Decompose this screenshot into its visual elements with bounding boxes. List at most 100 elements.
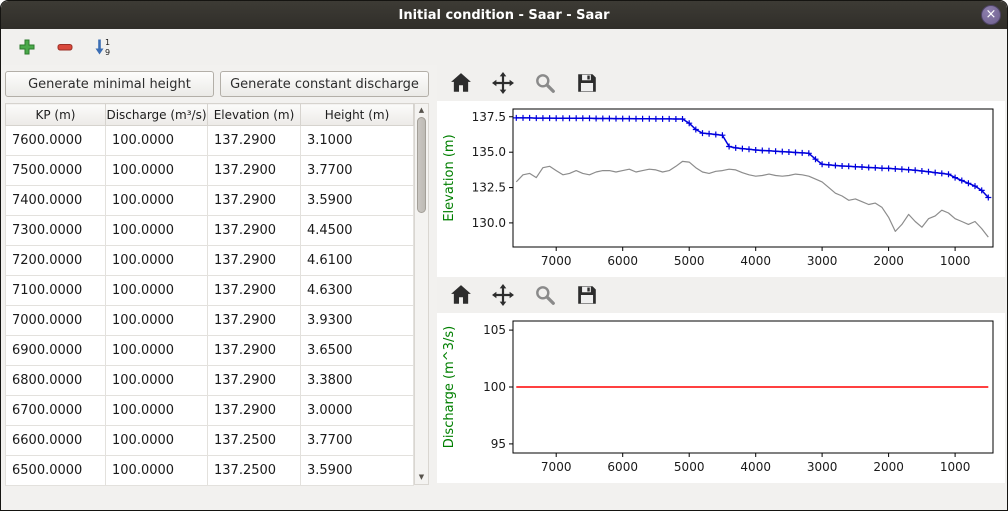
elevation-chart[interactable]: 7000600050004000300020001000130.0132.513…: [437, 101, 1005, 277]
table-cell[interactable]: 137.2900: [208, 216, 301, 246]
table-row[interactable]: 7200.0000100.0000137.29004.6100: [6, 246, 414, 276]
discharge-home-button[interactable]: [449, 283, 473, 307]
svg-text:1: 1: [105, 38, 110, 47]
table-cell[interactable]: 100.0000: [106, 426, 208, 456]
table-cell[interactable]: 100.0000: [106, 156, 208, 186]
table-cell[interactable]: 100.0000: [106, 216, 208, 246]
scrollbar-thumb[interactable]: [417, 117, 426, 213]
table-cell[interactable]: 100.0000: [106, 306, 208, 336]
table-cell[interactable]: 100.0000: [106, 366, 208, 396]
add-row-button[interactable]: [15, 35, 39, 59]
table-cell[interactable]: 3.5900: [301, 456, 414, 486]
elevation-home-button[interactable]: [449, 71, 473, 95]
app-window: Initial condition - Saar - Saar × 1 9: [0, 0, 1008, 511]
scroll-down-arrow[interactable]: ▼: [415, 471, 428, 484]
table-cell[interactable]: 137.2900: [208, 156, 301, 186]
table-cell[interactable]: 6800.0000: [6, 366, 106, 396]
scrollbar-track[interactable]: [415, 117, 428, 471]
table-cell[interactable]: 100.0000: [106, 336, 208, 366]
table-cell[interactable]: 7600.0000: [6, 126, 106, 156]
table-cell[interactable]: 7400.0000: [6, 186, 106, 216]
svg-text:Discharge (m^3/s): Discharge (m^3/s): [442, 326, 457, 448]
generate-constant-discharge-button[interactable]: Generate constant discharge: [220, 71, 429, 97]
table-cell[interactable]: 3.0000: [301, 396, 414, 426]
table-row[interactable]: 6700.0000100.0000137.29003.0000: [6, 396, 414, 426]
table-cell[interactable]: 100.0000: [106, 186, 208, 216]
floppy-icon: [576, 72, 598, 94]
table-cell[interactable]: 3.7700: [301, 426, 414, 456]
table-cell[interactable]: 137.2500: [208, 456, 301, 486]
sort-button[interactable]: 1 9: [91, 35, 115, 59]
table-cell[interactable]: 7200.0000: [6, 246, 106, 276]
svg-text:6000: 6000: [607, 254, 638, 268]
table-cell[interactable]: 7500.0000: [6, 156, 106, 186]
close-button[interactable]: ×: [981, 5, 1001, 25]
table-row[interactable]: 6900.0000100.0000137.29003.6500: [6, 336, 414, 366]
table-cell[interactable]: 3.6500: [301, 336, 414, 366]
elevation-pan-button[interactable]: [491, 71, 515, 95]
table-cell[interactable]: 3.7700: [301, 156, 414, 186]
elevation-save-button[interactable]: [575, 71, 599, 95]
svg-text:105: 105: [483, 323, 506, 337]
elevation-zoom-button[interactable]: [533, 71, 557, 95]
table-header-row: KP (m)Discharge (m³/s)Elevation (m)Heigh…: [6, 104, 414, 126]
table-cell[interactable]: 100.0000: [106, 276, 208, 306]
table-wrap: KP (m)Discharge (m³/s)Elevation (m)Heigh…: [5, 103, 429, 486]
table-cell[interactable]: 7300.0000: [6, 216, 106, 246]
table-cell[interactable]: 6700.0000: [6, 396, 106, 426]
svg-text:130.0: 130.0: [472, 216, 506, 230]
table-cell[interactable]: 4.4500: [301, 216, 414, 246]
table-cell[interactable]: 6500.0000: [6, 456, 106, 486]
table-row[interactable]: 7000.0000100.0000137.29003.9300: [6, 306, 414, 336]
column-header[interactable]: KP (m): [6, 104, 106, 126]
table-cell[interactable]: 100.0000: [106, 456, 208, 486]
discharge-zoom-button[interactable]: [533, 283, 557, 307]
table-cell[interactable]: 7000.0000: [6, 306, 106, 336]
svg-text:132.5: 132.5: [472, 181, 506, 195]
svg-text:4000: 4000: [740, 254, 771, 268]
table-cell[interactable]: 6600.0000: [6, 426, 106, 456]
table-row[interactable]: 6600.0000100.0000137.25003.7700: [6, 426, 414, 456]
table-row[interactable]: 7100.0000100.0000137.29004.6300: [6, 276, 414, 306]
discharge-save-button[interactable]: [575, 283, 599, 307]
table-cell[interactable]: 100.0000: [106, 396, 208, 426]
table-cell[interactable]: 4.6300: [301, 276, 414, 306]
table-cell[interactable]: 100.0000: [106, 246, 208, 276]
column-header[interactable]: Elevation (m): [208, 104, 301, 126]
table-cell[interactable]: 137.2900: [208, 366, 301, 396]
remove-row-button[interactable]: [53, 35, 77, 59]
table-row[interactable]: 7400.0000100.0000137.29003.5900: [6, 186, 414, 216]
table-cell[interactable]: 3.3800: [301, 366, 414, 396]
table-cell[interactable]: 3.1000: [301, 126, 414, 156]
discharge-pan-button[interactable]: [491, 283, 515, 307]
table-row[interactable]: 7600.0000100.0000137.29003.1000: [6, 126, 414, 156]
table-cell[interactable]: 4.6100: [301, 246, 414, 276]
table-cell[interactable]: 3.5900: [301, 186, 414, 216]
column-header[interactable]: Height (m): [301, 104, 414, 126]
titlebar[interactable]: Initial condition - Saar - Saar ×: [1, 1, 1007, 29]
table-cell[interactable]: 137.2900: [208, 336, 301, 366]
table-scrollbar[interactable]: ▲ ▼: [414, 103, 429, 485]
table-cell[interactable]: 6900.0000: [6, 336, 106, 366]
table-cell[interactable]: 137.2900: [208, 126, 301, 156]
table-cell[interactable]: 3.9300: [301, 306, 414, 336]
table-cell[interactable]: 137.2900: [208, 396, 301, 426]
scroll-up-arrow[interactable]: ▲: [415, 104, 428, 117]
table-row[interactable]: 6500.0000100.0000137.25003.5900: [6, 456, 414, 486]
table-row[interactable]: 6800.0000100.0000137.29003.3800: [6, 366, 414, 396]
table-cell[interactable]: 137.2900: [208, 306, 301, 336]
column-header[interactable]: Discharge (m³/s): [106, 104, 208, 126]
move-icon: [492, 72, 514, 94]
generate-minimal-height-button[interactable]: Generate minimal height: [5, 71, 214, 97]
table-cell[interactable]: 137.2900: [208, 246, 301, 276]
table-cell[interactable]: 137.2500: [208, 426, 301, 456]
table-cell[interactable]: 137.2900: [208, 276, 301, 306]
svg-text:3000: 3000: [807, 460, 838, 474]
table-row[interactable]: 7300.0000100.0000137.29004.4500: [6, 216, 414, 246]
table-cell[interactable]: 7100.0000: [6, 276, 106, 306]
discharge-chart[interactable]: 700060005000400030002000100095100105Disc…: [437, 313, 1005, 483]
sort-ascending-icon: 1 9: [93, 37, 113, 57]
table-row[interactable]: 7500.0000100.0000137.29003.7700: [6, 156, 414, 186]
table-cell[interactable]: 100.0000: [106, 126, 208, 156]
table-cell[interactable]: 137.2900: [208, 186, 301, 216]
